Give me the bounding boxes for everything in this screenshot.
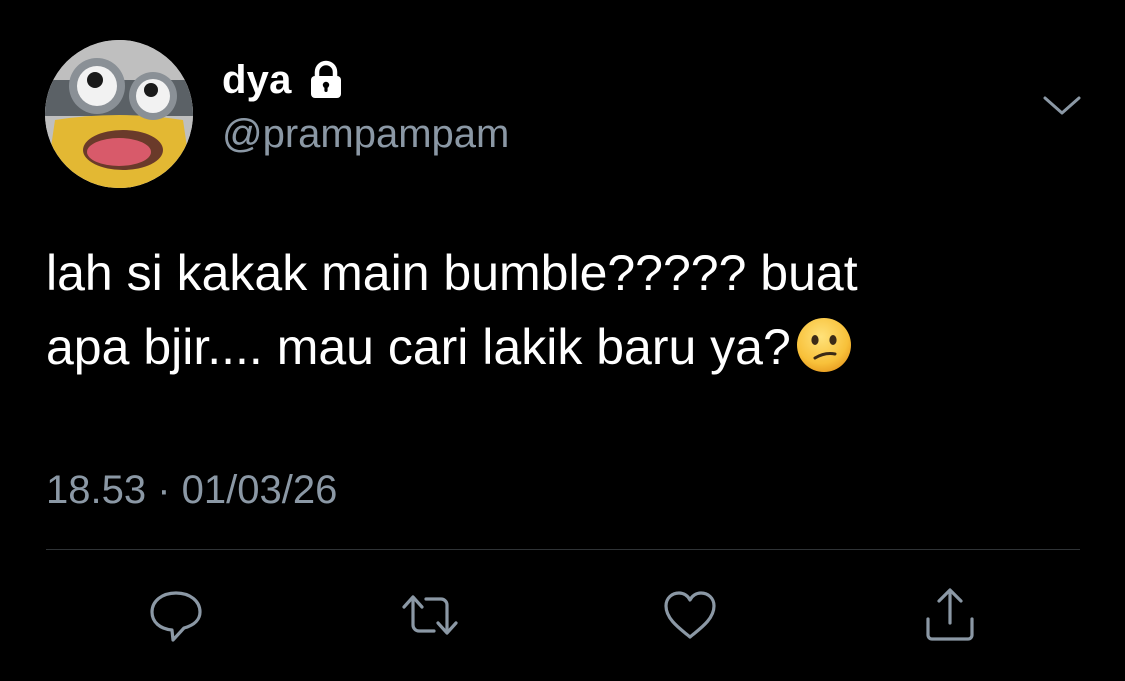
tweet-text-line-1: lah si kakak main bumble????? buat — [46, 245, 858, 301]
confused-face-emoji — [795, 316, 853, 374]
name-row: dya — [222, 56, 346, 104]
avatar[interactable] — [45, 40, 193, 188]
lock-icon — [306, 60, 346, 100]
tweet-text-line-2-text: apa bjir.... mau cari lakik baru ya? — [46, 319, 791, 375]
tweet-card: dya @prampampam lah si kakak main bumble… — [0, 0, 1125, 681]
tweet-timestamp[interactable]: 18.53 · 01/03/26 — [46, 468, 337, 513]
chevron-down-icon[interactable] — [1040, 90, 1084, 120]
display-name[interactable]: dya — [222, 58, 292, 103]
avatar-image — [45, 40, 193, 188]
user-handle[interactable]: @prampampam — [222, 112, 509, 157]
tweet-actions-bar — [0, 585, 1125, 645]
divider — [46, 549, 1080, 550]
share-icon[interactable] — [920, 585, 980, 645]
reply-icon[interactable] — [146, 585, 206, 645]
like-icon[interactable] — [660, 585, 720, 645]
tweet-text-line-2: apa bjir.... mau cari lakik baru ya? — [46, 310, 1076, 384]
retweet-icon[interactable] — [400, 585, 460, 645]
tweet-text: lah si kakak main bumble????? buat apa b… — [46, 236, 1076, 384]
